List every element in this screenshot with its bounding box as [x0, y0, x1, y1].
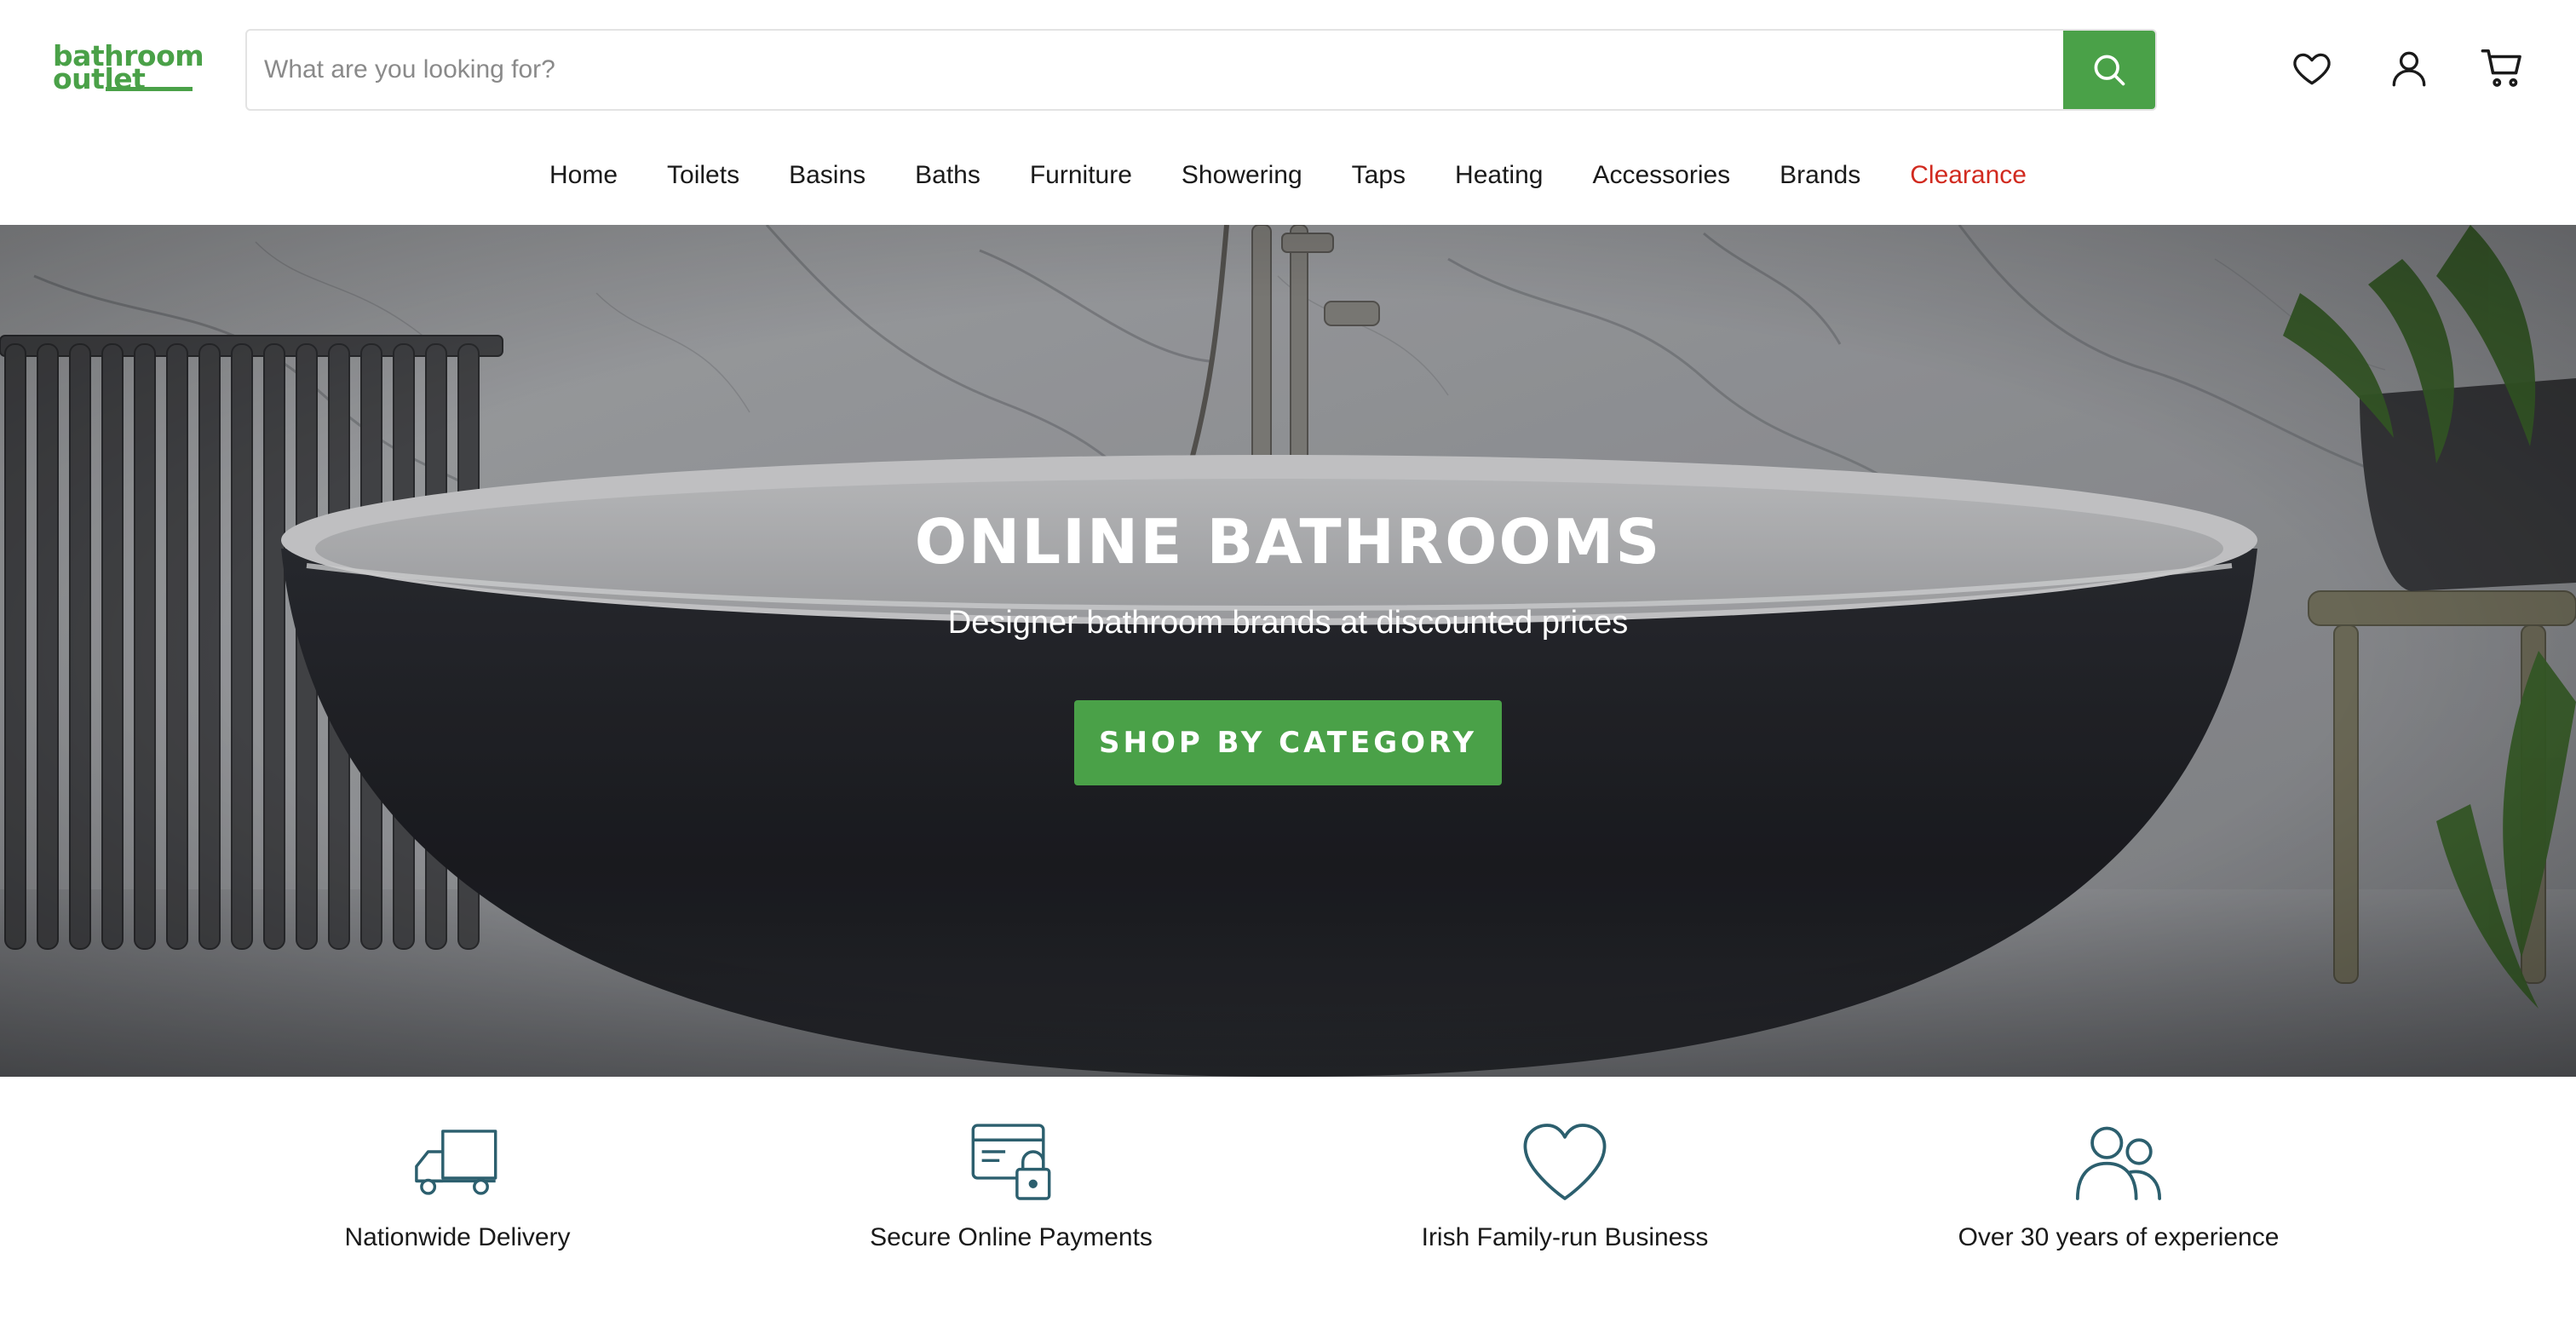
- heart-icon: [1523, 1124, 1607, 1200]
- nav-item-clearance[interactable]: Clearance: [1885, 161, 2051, 190]
- cart-icon: [2481, 49, 2521, 87]
- feature-secure-payments: Secure Online Payments: [790, 1119, 1233, 1252]
- nav-item-furniture[interactable]: Furniture: [1005, 161, 1157, 190]
- search-input[interactable]: [247, 31, 2065, 109]
- nav-item-baths[interactable]: Baths: [890, 161, 1005, 190]
- nav-item-accessories[interactable]: Accessories: [1567, 161, 1755, 190]
- secure-card-lock-icon: [971, 1124, 1051, 1200]
- shop-by-category-button[interactable]: SHOP BY CATEGORY: [1074, 700, 1502, 785]
- logo[interactable]: bathroom outlet: [53, 42, 204, 95]
- nav-item-home[interactable]: Home: [525, 161, 642, 190]
- feature-label: Irish Family-run Business: [1421, 1223, 1709, 1251]
- hero-subtitle: Designer bathroom brands at discounted p…: [947, 605, 1629, 641]
- hero-overlay: [0, 225, 2576, 1077]
- features-strip: Nationwide Delivery Secure Online Paymen…: [0, 1077, 2576, 1334]
- people-icon: [2075, 1126, 2162, 1200]
- feature-family-run: Irish Family-run Business: [1343, 1119, 1786, 1252]
- nav-item-taps[interactable]: Taps: [1327, 161, 1430, 190]
- wishlist-heart-icon: [2293, 53, 2331, 85]
- search-button[interactable]: [2063, 31, 2155, 109]
- search-icon: [2094, 55, 2125, 86]
- wishlist-button[interactable]: [2286, 43, 2337, 94]
- feature-experience: Over 30 years of experience: [1897, 1119, 2340, 1252]
- account-button[interactable]: [2383, 43, 2435, 94]
- site-header: bathroom outlet Home Toilets Basins Bath…: [0, 0, 2576, 225]
- nav-item-brands[interactable]: Brands: [1755, 161, 1885, 190]
- nav-item-showering[interactable]: Showering: [1157, 161, 1327, 190]
- nav-item-basins[interactable]: Basins: [764, 161, 890, 190]
- nav-item-toilets[interactable]: Toilets: [642, 161, 764, 190]
- feature-label: Over 30 years of experience: [1958, 1223, 2280, 1251]
- main-nav: Home Toilets Basins Baths Furniture Show…: [0, 150, 2576, 201]
- feature-label: Nationwide Delivery: [344, 1223, 571, 1251]
- hero-banner: ONLINE BATHROOMS Designer bathroom brand…: [0, 225, 2576, 1077]
- feature-label: Secure Online Payments: [870, 1223, 1153, 1251]
- hero-title: ONLINE BATHROOMS: [914, 506, 1662, 578]
- logo-underline: [106, 87, 193, 91]
- feature-delivery: Nationwide Delivery: [236, 1119, 679, 1252]
- delivery-truck-icon: [415, 1130, 497, 1195]
- cart-button[interactable]: [2477, 43, 2528, 94]
- search-bar: [245, 29, 2157, 111]
- account-user-icon: [2392, 51, 2426, 87]
- nav-item-heating[interactable]: Heating: [1430, 161, 1567, 190]
